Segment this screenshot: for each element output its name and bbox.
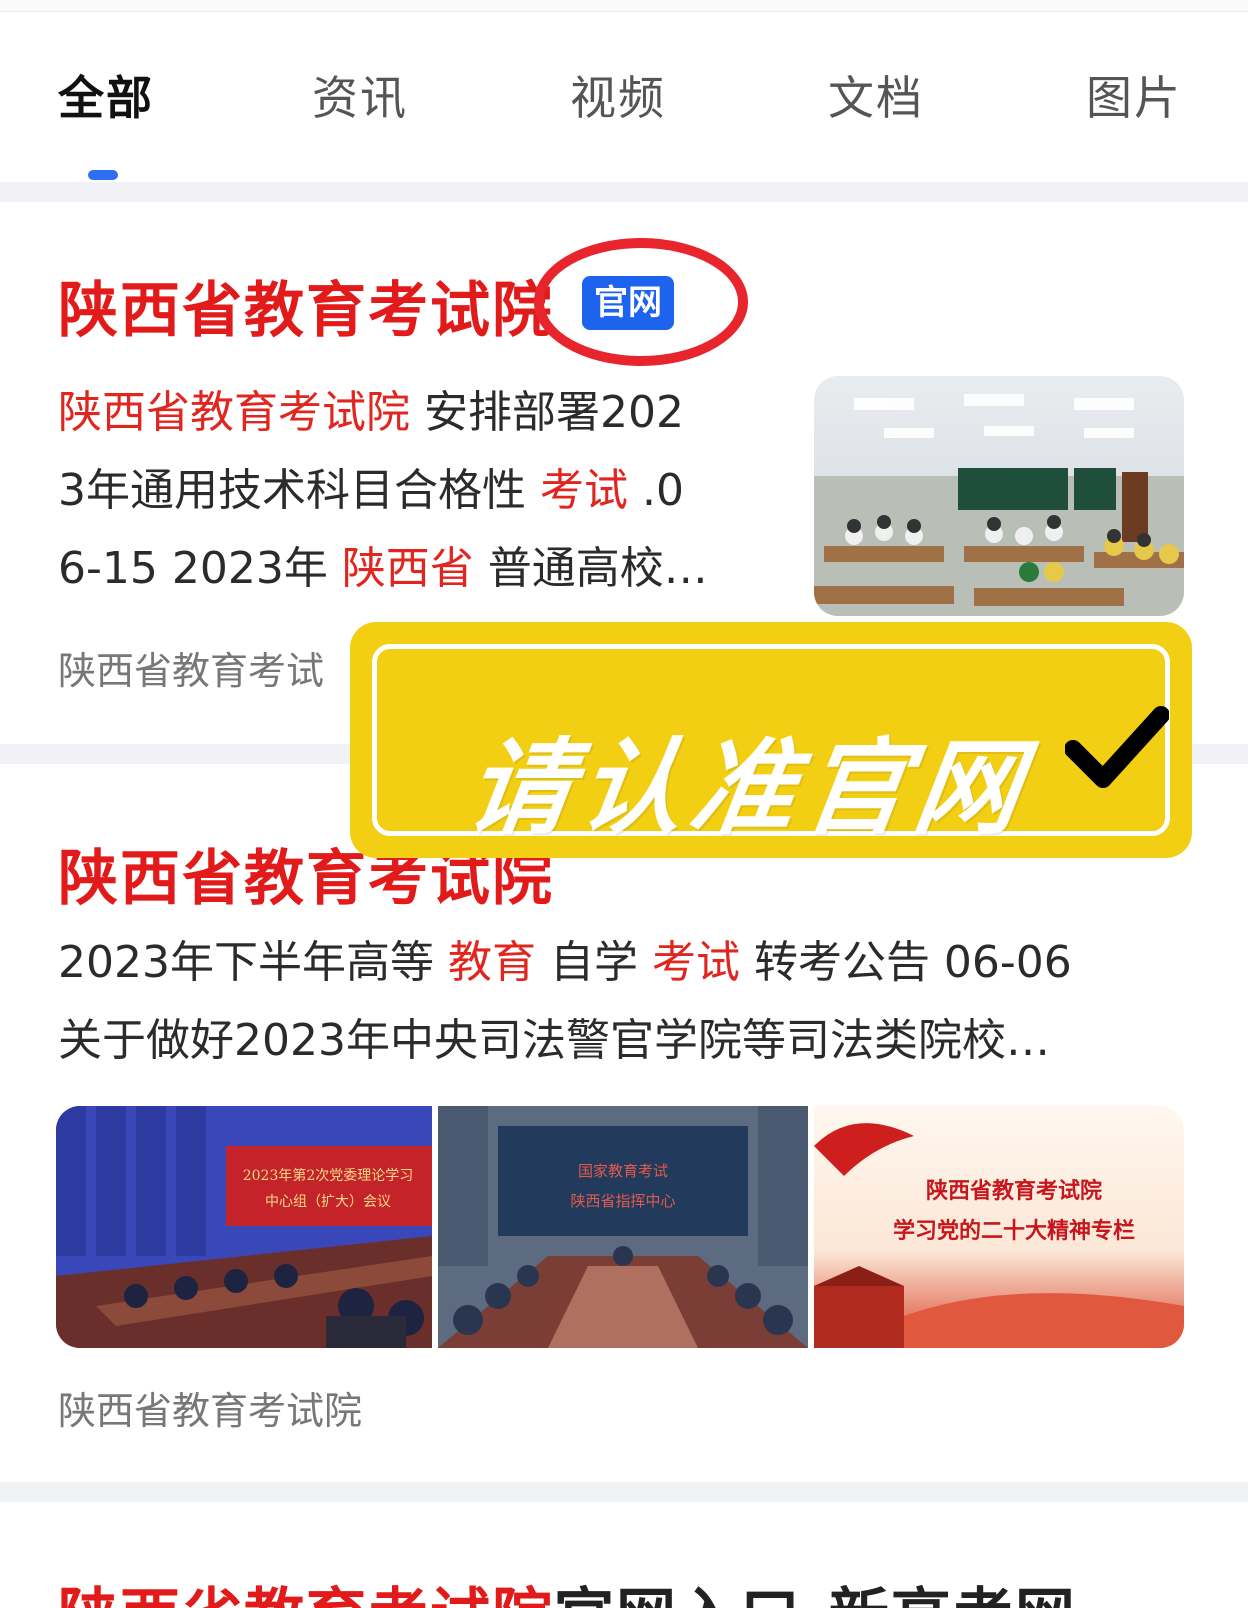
official-site-badge: 官网 <box>582 276 674 330</box>
meeting-screen-line2: 中心组（扩大）会议 <box>265 1194 391 1210</box>
banner-image-line1: 陕西省教育考试院 <box>926 1178 1102 1204</box>
snippet-text: 6-15 2023年 <box>58 543 342 594</box>
banner-text: 请认准官网 <box>459 727 1037 849</box>
top-strip <box>0 0 1248 12</box>
snippet-text: .0 <box>627 465 684 516</box>
result-image-column-banner[interactable]: 陕西省教育考试院 学习党的二十大精神专栏 <box>814 1106 1184 1348</box>
result-source: 陕西省教育考试 <box>58 649 325 693</box>
snippet-text: 关于做好2023年中央司法警官学院等司法类院校… <box>58 1015 1050 1066</box>
result-image-meeting[interactable]: 2023年第2次党委理论学习 中心组（扩大）会议 <box>56 1106 432 1348</box>
snippet-highlight: 考试 <box>651 937 740 988</box>
snippet-highlight: 教育 <box>447 937 536 988</box>
result-thumbnail-classroom[interactable] <box>814 376 1184 616</box>
result-source: 陕西省教育考试院 <box>58 1389 363 1433</box>
command-screen-line1: 国家教育考试 <box>578 1162 668 1180</box>
active-tab-indicator <box>88 170 118 180</box>
snippet-text: 2023年下半年高等 <box>58 937 448 988</box>
result-title[interactable]: 陕西省教育考试院 <box>58 262 554 349</box>
tab-news[interactable]: 资讯 <box>312 62 408 128</box>
tab-docs[interactable]: 文档 <box>828 62 924 128</box>
category-tabs: 全部 资讯 视频 文档 图片 <box>0 12 1248 182</box>
snippet-highlight: 考试 <box>539 465 628 516</box>
snippet-highlight: 陕西省教育考试院 <box>58 387 410 438</box>
meeting-screen-line1: 2023年第2次党委理论学习 <box>243 1167 414 1184</box>
snippet-text: 转考公告 06-06 <box>739 937 1072 988</box>
tab-images[interactable]: 图片 <box>1086 62 1182 128</box>
verify-official-site-banner: 请认准官网 <box>350 622 1192 858</box>
banner-image-line2: 学习党的二十大精神专栏 <box>893 1218 1135 1244</box>
result-snippet: 2023年下半年高等 教育 自学 考试 转考公告 06-06 关于做好2023年… <box>58 924 1198 1080</box>
snippet-text: 自学 <box>535 937 652 988</box>
tab-all[interactable]: 全部 <box>58 62 154 128</box>
snippet-text: 安排部署202 <box>410 387 684 438</box>
checkmark-icon <box>1065 706 1169 788</box>
divider <box>0 1482 1248 1502</box>
banner-inner-border: 请认准官网 <box>372 644 1170 849</box>
snippet-text: 3年通用技术科目合格性 <box>58 465 540 516</box>
divider <box>0 182 1248 202</box>
result-image-command-center[interactable]: 国家教育考试 陕西省指挥中心 <box>438 1106 808 1348</box>
snippet-text: 普通高校… <box>473 543 708 594</box>
snippet-highlight: 陕西省 <box>341 543 474 594</box>
command-screen-line2: 陕西省指挥中心 <box>570 1192 675 1210</box>
tab-video[interactable]: 视频 <box>570 62 666 128</box>
result-title[interactable]: 陕西省教育考试院官网入口-新高考网 <box>58 1568 1077 1608</box>
result-title-highlight: 陕西省教育考试院 <box>58 1582 554 1608</box>
result-snippet: 陕西省教育考试院 安排部署202 3年通用技术科目合格性 考试 .0 6-15 … <box>58 374 778 608</box>
result-title-rest: 官网入口-新高考网 <box>554 1582 1077 1608</box>
